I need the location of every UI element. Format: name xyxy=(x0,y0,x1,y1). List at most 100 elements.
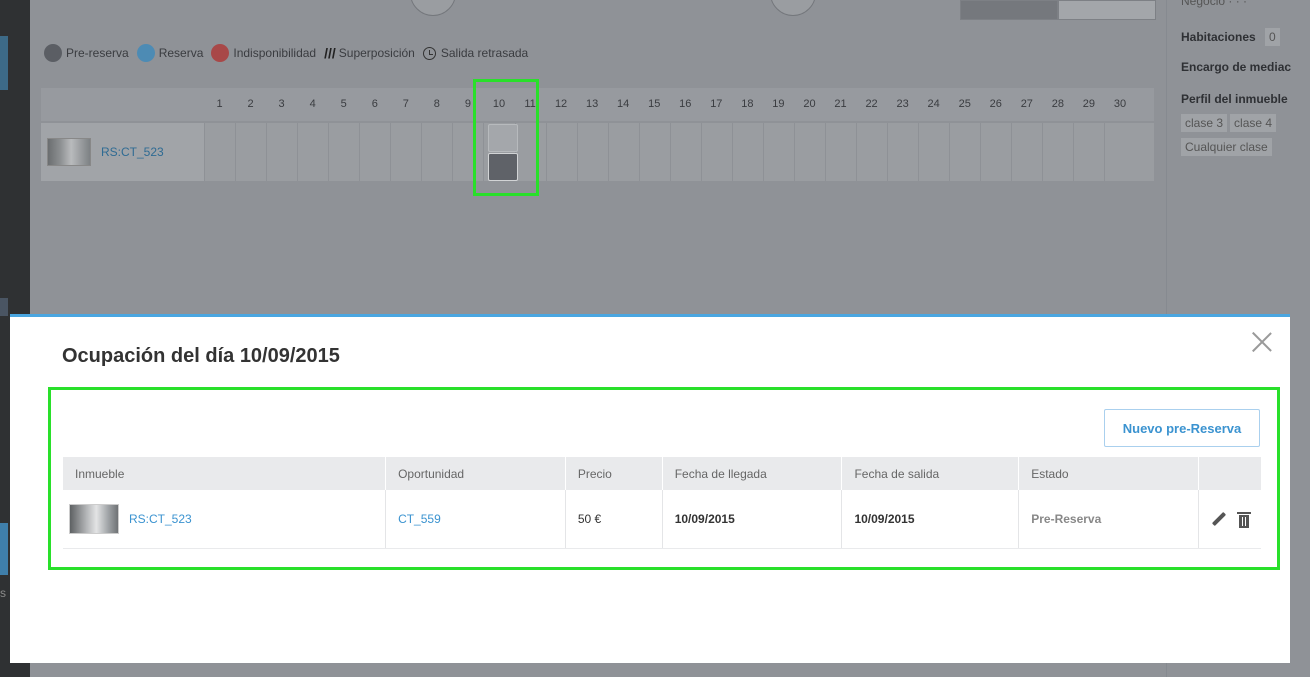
column-header-precio: Precio xyxy=(565,457,663,490)
occupancy-table: Inmueble Oportunidad Precio Fecha de lle… xyxy=(63,457,1261,549)
new-pre-reserva-button[interactable]: Nuevo pre-Reserva xyxy=(1104,409,1260,447)
legend-label: Indisponibilidad xyxy=(233,46,317,60)
calendar-cell[interactable] xyxy=(980,123,1011,181)
negocio-cut: Negocio · · · xyxy=(1181,0,1248,8)
cell-inmueble: RS:CT_523 xyxy=(63,490,387,549)
class-tag[interactable]: clase 3 xyxy=(1181,114,1228,132)
calendar-cell[interactable] xyxy=(545,123,577,181)
calendar-row: RS:CT_523 xyxy=(41,123,1154,181)
calendar-cell[interactable] xyxy=(731,123,763,181)
calendar-day-25: 25 xyxy=(958,98,971,110)
legend-pre-reserva: Pre-reserva xyxy=(44,44,129,62)
rail-label: s xyxy=(0,586,6,600)
calendar-cell[interactable] xyxy=(762,123,794,181)
calendar-day-16: 16 xyxy=(679,98,692,110)
perfil-label: Perfil del inmueble xyxy=(1181,92,1288,106)
calendar-cell[interactable] xyxy=(700,123,732,181)
cell-actions xyxy=(1198,490,1261,549)
calendar-cell[interactable] xyxy=(390,123,421,181)
table-header-row: Inmueble Oportunidad Precio Fecha de lle… xyxy=(63,457,1261,490)
legend-label: Pre-reserva xyxy=(66,46,129,60)
class-tag[interactable]: clase 4 xyxy=(1230,114,1277,132)
calendar-cell[interactable] xyxy=(856,123,887,181)
calendar-day-27: 27 xyxy=(1020,98,1033,110)
calendar-day-5: 5 xyxy=(340,98,347,110)
calendar-property[interactable]: RS:CT_523 xyxy=(41,123,204,181)
calendar-day-21: 21 xyxy=(834,98,847,110)
calendar-cell-day-10-pre-reserva[interactable] xyxy=(488,153,518,181)
calendar-cell[interactable] xyxy=(1104,123,1135,181)
calendar-cell[interactable] xyxy=(235,123,266,181)
view-toggle-active[interactable] xyxy=(960,0,1058,20)
legend-reserva: Reserva xyxy=(136,44,204,62)
column-header-salida: Fecha de salida xyxy=(841,457,1020,490)
calendar-cell[interactable] xyxy=(1042,123,1073,181)
edit-pencil-icon[interactable] xyxy=(1211,511,1225,527)
clock-icon xyxy=(422,46,436,60)
legend-salida-retrasada: Salida retrasada xyxy=(422,46,529,60)
calendar-day-30: 30 xyxy=(1113,98,1127,110)
cell-salida: 10/09/2015 xyxy=(841,490,1020,549)
calendar-cell[interactable] xyxy=(359,123,390,181)
calendar-day-13: 13 xyxy=(585,98,599,110)
calendar-cell[interactable] xyxy=(266,123,297,181)
calendar-cell[interactable] xyxy=(297,123,328,181)
calendar-cell[interactable] xyxy=(825,123,856,181)
calendar-cell[interactable] xyxy=(421,123,452,181)
calendar-day-18: 18 xyxy=(741,98,754,110)
calendar-cell[interactable] xyxy=(669,123,701,181)
calendar-day-3: 3 xyxy=(278,98,285,110)
calendar-day-20: 20 xyxy=(803,98,816,110)
calendar-day-4: 4 xyxy=(309,98,316,110)
calendar-day-1: 1 xyxy=(216,98,223,110)
calendar-cell[interactable] xyxy=(328,123,359,181)
close-icon[interactable] xyxy=(1251,331,1273,353)
calendar-cell-day-10[interactable] xyxy=(488,124,518,152)
calendar-day-19: 19 xyxy=(772,98,785,110)
property-thumbnail xyxy=(47,138,91,166)
trash-icon[interactable] xyxy=(1237,510,1251,528)
calendar-cell[interactable] xyxy=(1011,123,1042,181)
pre-reserva-dot-icon xyxy=(44,44,62,62)
calendar-legend: Pre-reserva Reserva Indisponibilidad ///… xyxy=(44,44,536,62)
oportunidad-link[interactable]: CT_559 xyxy=(398,512,441,526)
habitaciones-row: Habitaciones 0 xyxy=(1181,28,1283,46)
calendar-day-2: 2 xyxy=(247,98,254,110)
calendar-day-23: 23 xyxy=(896,98,909,110)
calendar-cell[interactable] xyxy=(949,123,980,181)
modal-title: Ocupación del día 10/09/2015 xyxy=(62,345,340,367)
calendar-cell[interactable] xyxy=(452,123,483,181)
calendar-cell[interactable] xyxy=(607,123,639,181)
legend-superposicion: ///Superposición xyxy=(324,45,415,61)
calendar-day-14: 14 xyxy=(617,98,630,110)
occupancy-modal: Ocupación del día 10/09/2015 Nuevo pre-R… xyxy=(10,314,1290,663)
rail-block xyxy=(0,523,8,575)
calendar-header: 1 2 3 4 5 6 7 8 9 10 11 12 13 14 15 16 17 18 19 20 21 22 23 24 2… xyxy=(41,88,1154,121)
calendar-cell[interactable] xyxy=(1073,123,1104,181)
cell-llegada: 10/09/2015 xyxy=(662,490,843,549)
calendar-day-6: 6 xyxy=(371,98,378,110)
property-name[interactable]: RS:CT_523 xyxy=(101,145,164,159)
any-class-tag[interactable]: Cualquier clase xyxy=(1181,138,1272,156)
column-header-llegada: Fecha de llegada xyxy=(662,457,843,490)
calendar-day-24: 24 xyxy=(927,98,940,110)
calendar-cell[interactable] xyxy=(918,123,949,181)
legend-label: Reserva xyxy=(158,46,204,60)
calendar-day-28: 28 xyxy=(1051,98,1064,110)
calendar-day-15: 15 xyxy=(648,98,661,110)
calendar-day-29: 29 xyxy=(1082,98,1096,110)
calendar-cell[interactable] xyxy=(576,123,608,181)
calendar-cell[interactable] xyxy=(887,123,918,181)
calendar-cell[interactable] xyxy=(793,123,825,181)
rail-block xyxy=(0,36,8,90)
calendar-cell[interactable] xyxy=(514,123,546,181)
inmueble-link[interactable]: RS:CT_523 xyxy=(129,512,192,526)
calendar-day-11: 11 xyxy=(524,98,536,110)
view-toggle[interactable] xyxy=(1058,0,1156,20)
calendar-day-7: 7 xyxy=(402,98,409,110)
property-thumbnail xyxy=(69,503,119,534)
legend-label: Salida retrasada xyxy=(440,46,529,60)
calendar-day-17: 17 xyxy=(710,98,723,110)
calendar-cell[interactable] xyxy=(204,123,235,181)
calendar-cell[interactable] xyxy=(638,123,670,181)
